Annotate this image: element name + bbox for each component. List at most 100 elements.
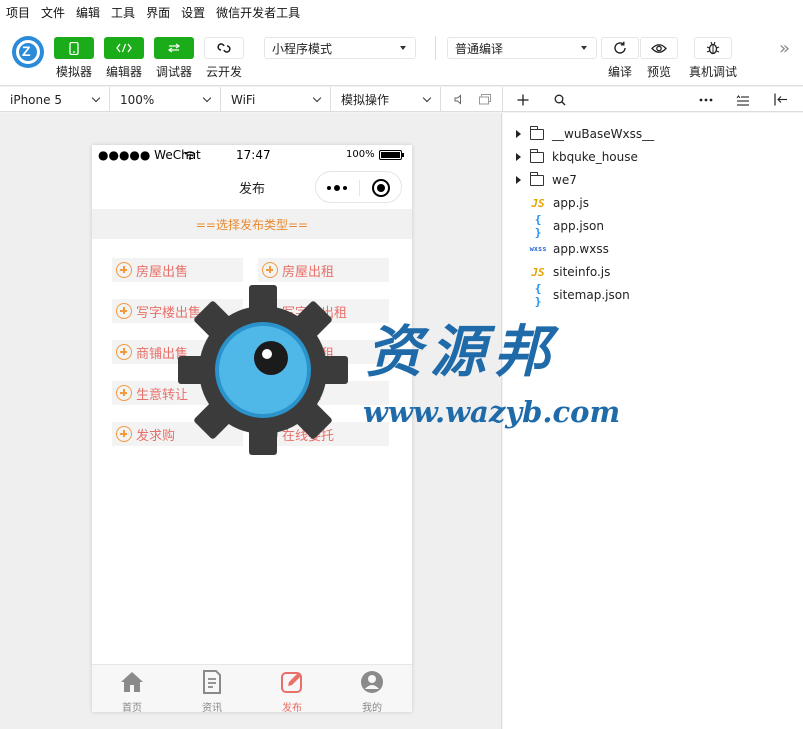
tree-file-app-wxss[interactable]: wxss app.wxss (503, 238, 609, 260)
publish-button-want-rent[interactable]: 发求租 (258, 381, 389, 405)
simulator-label: 模拟器 (55, 65, 92, 79)
json-file-icon: { } (534, 282, 542, 308)
caret-down-icon (581, 46, 587, 50)
search-icon[interactable] (554, 94, 566, 106)
window-icon[interactable] (479, 94, 491, 105)
tree-folder-we7[interactable]: we7 (503, 169, 577, 191)
tree-item-label: __wuBaseWxss__ (552, 127, 655, 141)
tab-mine[interactable]: 我的 (332, 665, 412, 712)
publish-button-office-sale[interactable]: 写字楼出售 (112, 299, 243, 323)
publish-button-label: 商铺出租 (282, 346, 335, 362)
cloud-link-icon (217, 43, 231, 53)
close-target-icon[interactable] (372, 179, 390, 197)
tree-item-label: app.json (553, 219, 604, 233)
mode-select-value: 小程序模式 (272, 41, 333, 56)
device-select-value: iPhone 5 (10, 92, 62, 107)
tab-news[interactable]: 资讯 (172, 665, 252, 712)
home-icon (121, 672, 143, 692)
publish-button-office-rent[interactable]: 写字楼出租 (258, 299, 389, 323)
menu-file[interactable]: 文件 (41, 4, 65, 21)
publish-button-online-entrust[interactable]: 在线委托 (258, 422, 389, 446)
battery-icon (379, 150, 404, 160)
menu-bar: 项目 文件 编辑 工具 界面 设置 微信开发者工具 (0, 0, 803, 24)
device-debug-button[interactable] (694, 37, 732, 59)
tab-bar: 首页 资讯 发布 我的 (92, 664, 412, 712)
code-icon (116, 43, 132, 53)
tree-file-app-js[interactable]: JS app.js (503, 192, 589, 214)
editor-label: 编辑器 (105, 65, 142, 79)
preview-label: 预览 (646, 65, 671, 79)
chevron-down-icon (202, 93, 212, 103)
publish-button-label: 写字楼出售 (136, 305, 202, 321)
battery-text: 100% (346, 149, 375, 160)
cloud-dev-button[interactable] (204, 37, 244, 59)
tab-label: 发布 (282, 703, 302, 712)
publish-button-label: 生意转让 (136, 387, 189, 403)
network-select[interactable]: WiFi (221, 87, 331, 112)
tab-home[interactable]: 首页 (92, 665, 172, 712)
tree-item-label: sitemap.json (553, 288, 630, 302)
menu-settings[interactable]: 设置 (181, 4, 205, 21)
publish-button-want-buy[interactable]: 发求购 (112, 422, 243, 446)
app-logo-icon[interactable]: Z (12, 36, 44, 68)
compile-button[interactable] (601, 37, 639, 59)
caret-right-icon[interactable] (516, 153, 521, 161)
publish-button-label: 在线委托 (282, 428, 335, 444)
volume-icon[interactable] (454, 94, 464, 105)
compile-label: 编译 (607, 65, 632, 79)
folder-icon (529, 148, 544, 163)
menu-project[interactable]: 项目 (6, 4, 30, 21)
caret-right-icon[interactable] (516, 130, 521, 138)
more-dots-icon[interactable] (327, 185, 350, 191)
tree-folder-kbquke-house[interactable]: kbquke_house (503, 146, 638, 168)
zoom-select[interactable]: 100% (110, 87, 221, 112)
publish-button-shop-sale[interactable]: 商铺出售 (112, 340, 243, 364)
device-select[interactable]: iPhone 5 (0, 87, 110, 112)
menu-edit[interactable]: 编辑 (76, 4, 100, 21)
caret-down-icon (400, 46, 406, 50)
simulator-area: ●●●●● WeChat 17:47 100% 发布 ==选择发布类型== 房屋… (0, 113, 502, 729)
preview-button[interactable] (640, 37, 678, 59)
debugger-toggle-button[interactable] (154, 37, 194, 59)
swap-icon (167, 43, 181, 53)
tab-publish[interactable]: 发布 (252, 665, 332, 712)
operation-select[interactable]: 模拟操作 (331, 87, 441, 112)
tree-folder-wubasewxss[interactable]: __wuBaseWxss__ (503, 123, 654, 145)
add-circle-icon (262, 385, 278, 401)
tree-item-label: kbquke_house (552, 150, 638, 164)
menu-devtools[interactable]: 微信开发者工具 (216, 4, 300, 21)
publish-button-house-rent[interactable]: 房屋出租 (258, 258, 389, 282)
phone-icon (69, 41, 79, 55)
tab-label: 我的 (362, 703, 382, 712)
compile-select[interactable]: 普通编译 (447, 37, 597, 59)
add-circle-icon (262, 303, 278, 319)
menu-view[interactable]: 界面 (146, 4, 170, 21)
publish-type-header: ==选择发布类型== (92, 209, 412, 239)
js-file-icon: JS (531, 196, 545, 210)
tree-item-label: app.wxss (553, 242, 609, 256)
tree-file-sitemap-json[interactable]: { } sitemap.json (503, 282, 630, 308)
mode-select[interactable]: 小程序模式 (264, 37, 416, 59)
add-circle-icon (116, 303, 132, 319)
tree-file-app-json[interactable]: { } app.json (503, 213, 604, 239)
caret-right-icon[interactable] (516, 176, 521, 184)
publish-button-house-sale[interactable]: 房屋出售 (112, 258, 243, 282)
publish-button-business-transfer[interactable]: 生意转让 (112, 381, 243, 405)
more-chevron-icon[interactable]: » (779, 38, 790, 59)
folder-icon (529, 125, 544, 140)
collapse-panel-icon[interactable] (774, 93, 788, 106)
menu-tools[interactable]: 工具 (111, 4, 135, 21)
add-circle-icon (262, 426, 278, 442)
add-icon[interactable] (517, 94, 529, 106)
editor-toggle-button[interactable] (104, 37, 144, 59)
simulator-toggle-button[interactable] (54, 37, 94, 59)
publish-button-label: 发求租 (282, 387, 322, 403)
phone-status-bar: ●●●●● WeChat 17:47 100% (92, 145, 412, 165)
tree-item-label: we7 (552, 173, 577, 187)
tree-file-siteinfo-js[interactable]: JS siteinfo.js (503, 261, 610, 283)
publish-button-shop-rent[interactable]: 商铺出租 (258, 340, 389, 364)
eye-icon (651, 43, 667, 53)
capsule-menu[interactable] (315, 171, 402, 203)
collapse-all-icon[interactable] (736, 94, 750, 106)
more-dots-icon[interactable] (699, 98, 713, 102)
